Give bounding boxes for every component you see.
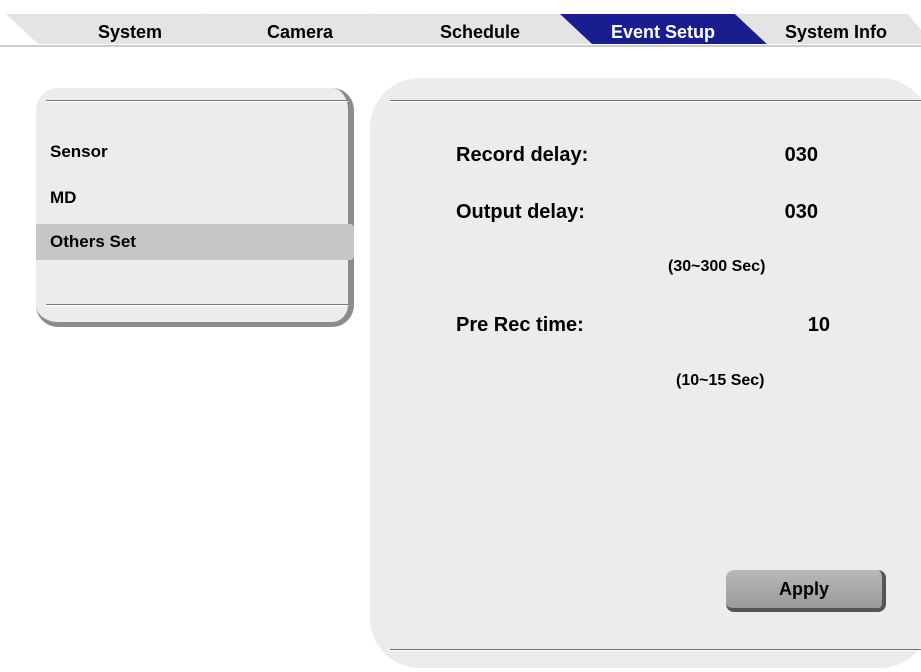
pre-rec-time-value[interactable]: 10 xyxy=(730,314,830,337)
submenu-top-divider xyxy=(46,100,348,102)
tab-system-label[interactable]: System xyxy=(60,20,200,44)
apply-button[interactable]: Apply xyxy=(726,570,886,612)
submenu-item-sensor[interactable]: Sensor xyxy=(36,134,354,170)
output-delay-value[interactable]: 030 xyxy=(730,201,818,224)
submenu-item-md[interactable]: MD xyxy=(36,180,354,216)
tab-schedule-label[interactable]: Schedule xyxy=(410,20,550,44)
pre-rec-time-range: (10~15 Sec) xyxy=(676,372,765,389)
submenu-item-others-set[interactable]: Others Set xyxy=(36,224,354,260)
pre-rec-time-label: Pre Rec time: xyxy=(456,314,584,336)
submenu-bottom-divider xyxy=(46,304,348,306)
tab-system-info-label[interactable]: System Info xyxy=(756,20,916,44)
record-delay-value[interactable]: 030 xyxy=(730,144,818,167)
settings-top-divider xyxy=(390,100,921,102)
settings-panel: Record delay: 030 Output delay: 030 (30~… xyxy=(370,78,921,672)
settings-bottom-divider xyxy=(390,649,921,651)
tab-event-setup-label[interactable]: Event Setup xyxy=(588,20,738,44)
record-delay-label: Record delay: xyxy=(456,144,589,166)
submenu-panel: Sensor MD Others Set xyxy=(36,86,356,327)
output-delay-range: (30~300 Sec) xyxy=(668,258,766,275)
tab-bar: System Camera Schedule Event Setup Syste… xyxy=(0,0,921,48)
tab-camera-label[interactable]: Camera xyxy=(230,20,370,44)
output-delay-label: Output delay: xyxy=(456,201,585,223)
